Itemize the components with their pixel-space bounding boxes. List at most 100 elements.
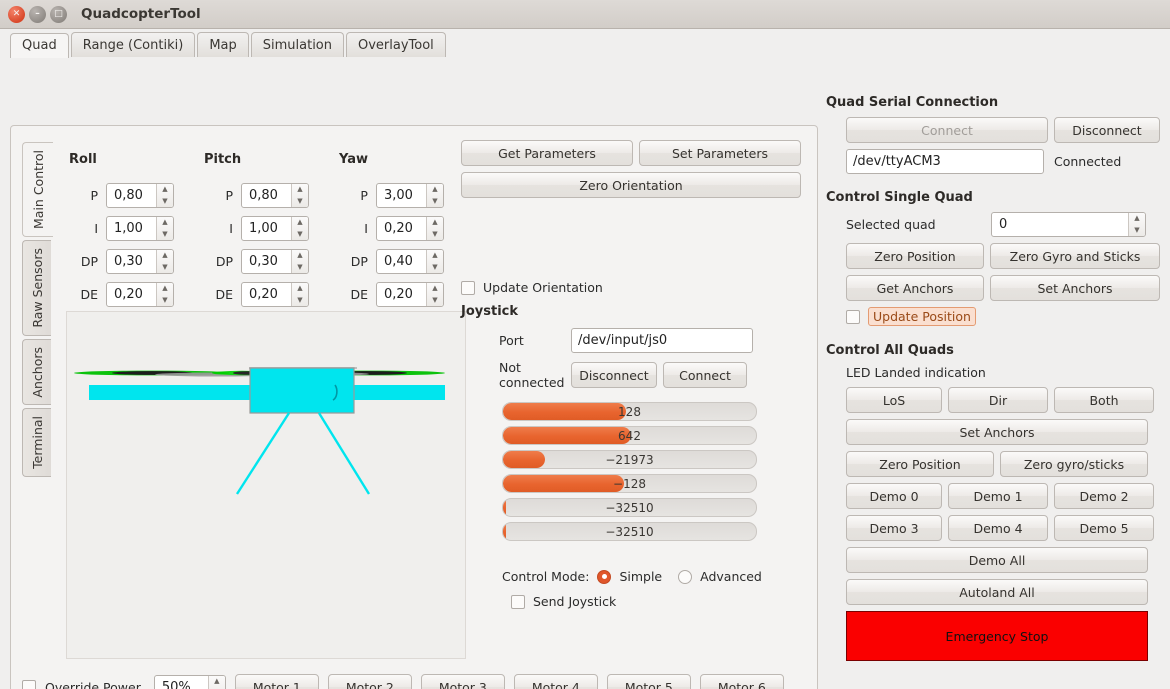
spinner-down-icon[interactable]: ▼ <box>427 295 443 307</box>
sidebar-item-raw-sensors[interactable]: Raw Sensors <box>22 240 51 336</box>
spinbox-buttons[interactable]: ▲▼ <box>156 184 173 207</box>
quadcopter-3d-view[interactable] <box>66 311 466 659</box>
update-position-row[interactable]: Update Position <box>826 307 1162 326</box>
spinner-down-icon[interactable]: ▼ <box>157 229 173 241</box>
motor-1-button[interactable]: Motor 1 <box>234 674 319 689</box>
serial-connect-button[interactable]: Connect <box>846 117 1048 143</box>
spinbox-buttons[interactable]: ▲▼ <box>290 184 308 207</box>
spinner-down-icon[interactable]: ▼ <box>427 229 443 241</box>
spinbox-buttons[interactable]: ▲▼ <box>290 250 308 274</box>
spinbox-buttons[interactable]: ▲▼ <box>156 283 173 306</box>
spinbox-buttons[interactable]: ▲▼ <box>156 250 173 273</box>
selected-quad-spinbox[interactable]: 0 ▲ ▼ <box>991 212 1146 237</box>
single-zero-position-button[interactable]: Zero Position <box>846 243 984 269</box>
spinner-up-icon[interactable]: ▲ <box>292 283 308 295</box>
led-both-button[interactable]: Both <box>1054 387 1154 413</box>
joystick-connect-button[interactable]: Connect <box>663 362 747 388</box>
demo-5-button[interactable]: Demo 5 <box>1054 515 1154 541</box>
spinbox-buttons[interactable]: ▲▼ <box>1128 213 1145 236</box>
override-power-spinbox[interactable]: 50% ▲▼ <box>153 674 226 689</box>
spinner-up-icon[interactable]: ▲ <box>292 217 308 229</box>
spinner-up-icon[interactable]: ▲ <box>157 184 173 196</box>
roll-i-spinbox[interactable]: 1,00 ▲ ▼ <box>106 216 174 241</box>
update-position-checkbox[interactable] <box>846 309 860 324</box>
single-set-anchors-button[interactable]: Set Anchors <box>990 275 1160 301</box>
roll-dp-spinbox[interactable]: 0,30 ▲ ▼ <box>106 249 174 274</box>
control-mode-advanced-radio[interactable] <box>678 569 693 584</box>
demo-4-button[interactable]: Demo 4 <box>948 515 1048 541</box>
spinner-up-icon[interactable]: ▲ <box>427 217 443 229</box>
spinner-up-icon[interactable]: ▲ <box>427 283 443 295</box>
tab-range-contiki[interactable]: Range (Contiki) <box>70 32 196 57</box>
led-los-button[interactable]: LoS <box>846 387 942 413</box>
spinner-down-icon[interactable]: ▼ <box>427 262 443 274</box>
yaw-p-spinbox[interactable]: 3,00 ▲ ▼ <box>375 183 444 208</box>
control-mode-simple-radio[interactable] <box>597 569 612 584</box>
demo-0-button[interactable]: Demo 0 <box>846 483 942 509</box>
pitch-dp-spinbox[interactable]: 0,30 ▲ ▼ <box>240 249 309 274</box>
close-icon[interactable]: ✕ <box>8 5 25 23</box>
spinner-down-icon[interactable]: ▼ <box>157 295 173 307</box>
autoland-all-button[interactable]: Autoland All <box>846 579 1148 605</box>
roll-de-spinbox[interactable]: 0,20 ▲ ▼ <box>106 282 174 307</box>
pitch-de-spinbox[interactable]: 0,20 ▲ ▼ <box>240 282 309 307</box>
spinner-up-icon[interactable]: ▲ <box>427 184 443 196</box>
spinbox-buttons[interactable]: ▲▼ <box>207 675 225 689</box>
maximize-icon[interactable]: □ <box>50 5 67 23</box>
spinner-down-icon[interactable]: ▼ <box>292 295 308 307</box>
yaw-i-spinbox[interactable]: 0,20 ▲ ▼ <box>375 216 444 241</box>
all-zero-gyro-sticks-button[interactable]: Zero gyro/sticks <box>1000 451 1148 477</box>
yaw-de-spinbox[interactable]: 0,20 ▲ ▼ <box>375 282 444 307</box>
spinner-down-icon[interactable]: ▼ <box>292 229 308 241</box>
demo-all-button[interactable]: Demo All <box>846 547 1148 573</box>
spinner-up-icon[interactable]: ▲ <box>157 283 173 295</box>
spinner-up-icon[interactable]: ▲ <box>292 250 308 262</box>
motor-6-button[interactable]: Motor 6 <box>699 674 784 689</box>
serial-disconnect-button[interactable]: Disconnect <box>1054 117 1160 143</box>
led-dir-button[interactable]: Dir <box>948 387 1048 413</box>
update-orientation-row[interactable]: Update Orientation <box>461 280 806 295</box>
all-zero-position-button[interactable]: Zero Position <box>846 451 994 477</box>
joystick-disconnect-button[interactable]: Disconnect <box>571 362 657 388</box>
spinner-up-icon[interactable]: ▲ <box>157 217 173 229</box>
override-power-checkbox[interactable] <box>22 680 36 689</box>
send-joystick-row[interactable]: Send Joystick <box>461 594 806 609</box>
pitch-i-spinbox[interactable]: 1,00 ▲ ▼ <box>240 216 309 241</box>
demo-2-button[interactable]: Demo 2 <box>1054 483 1154 509</box>
spinbox-buttons[interactable]: ▲▼ <box>290 283 308 307</box>
single-zero-gyro-sticks-button[interactable]: Zero Gyro and Sticks <box>990 243 1160 269</box>
spinbox-buttons[interactable]: ▲▼ <box>290 217 308 241</box>
get-parameters-button[interactable]: Get Parameters <box>461 140 633 166</box>
set-parameters-button[interactable]: Set Parameters <box>639 140 801 166</box>
emergency-stop-button[interactable]: Emergency Stop <box>846 611 1148 661</box>
minimize-icon[interactable]: – <box>29 5 46 23</box>
spinner-down-icon[interactable]: ▼ <box>292 262 308 274</box>
tab-overlaytool[interactable]: OverlayTool <box>346 32 446 57</box>
spinner-down-icon[interactable]: ▼ <box>157 262 173 274</box>
spinner-up-icon[interactable]: ▲ <box>427 250 443 262</box>
sidebar-item-terminal[interactable]: Terminal <box>22 408 51 478</box>
spinner-down-icon[interactable]: ▼ <box>427 196 443 208</box>
get-anchors-button[interactable]: Get Anchors <box>846 275 984 301</box>
demo-3-button[interactable]: Demo 3 <box>846 515 942 541</box>
pitch-p-spinbox[interactable]: 0,80 ▲ ▼ <box>240 183 309 208</box>
spinbox-buttons[interactable]: ▲▼ <box>425 250 443 274</box>
spinner-down-icon[interactable]: ▼ <box>157 196 173 208</box>
spinner-up-icon[interactable]: ▲ <box>157 250 173 262</box>
motor-3-button[interactable]: Motor 3 <box>420 674 505 689</box>
zero-orientation-button[interactable]: Zero Orientation <box>461 172 801 198</box>
spinbox-buttons[interactable]: ▲▼ <box>425 217 443 241</box>
tab-simulation[interactable]: Simulation <box>250 32 344 57</box>
spinner-up-icon[interactable]: ▲ <box>209 676 225 688</box>
all-set-anchors-button[interactable]: Set Anchors <box>846 419 1148 445</box>
send-joystick-checkbox[interactable] <box>511 594 525 609</box>
spinner-down-icon[interactable]: ▼ <box>1129 225 1145 237</box>
spinner-up-icon[interactable]: ▲ <box>292 184 308 196</box>
sidebar-item-anchors[interactable]: Anchors <box>22 338 51 406</box>
demo-1-button[interactable]: Demo 1 <box>948 483 1048 509</box>
spinbox-buttons[interactable]: ▲▼ <box>425 184 443 208</box>
sidebar-item-main-control[interactable]: Main Control <box>22 142 53 237</box>
yaw-dp-spinbox[interactable]: 0,40 ▲ ▼ <box>375 249 444 274</box>
motor-4-button[interactable]: Motor 4 <box>513 674 598 689</box>
roll-p-spinbox[interactable]: 0,80 ▲ ▼ <box>106 183 174 208</box>
